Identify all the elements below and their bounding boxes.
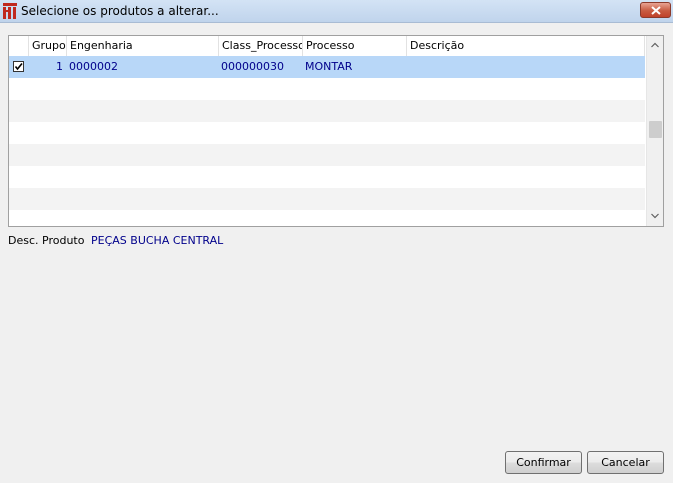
scroll-up-icon[interactable] <box>651 42 659 48</box>
column-header-select[interactable] <box>9 36 29 56</box>
cell-engenharia: 0000002 <box>69 60 118 73</box>
column-header-class-processo[interactable]: Class_Processo <box>219 36 303 56</box>
scroll-down-icon[interactable] <box>651 213 659 219</box>
empty-row <box>9 166 645 188</box>
products-grid[interactable]: Grupo Engenharia Class_Processo Processo… <box>8 35 664 227</box>
empty-row <box>9 100 645 122</box>
confirm-button[interactable]: Confirmar <box>505 451 582 474</box>
table-row[interactable]: 1 0000002 000000030 MONTAR <box>9 56 645 78</box>
cancel-button[interactable]: Cancelar <box>587 451 664 474</box>
window-title: Selecione os produtos a alterar... <box>21 4 219 18</box>
column-header-grupo[interactable]: Grupo <box>29 36 67 56</box>
desc-produto-value: PEÇAS BUCHA CENTRAL <box>91 234 224 247</box>
scrollbar-thumb[interactable] <box>649 121 662 138</box>
row-checkbox[interactable] <box>13 61 24 72</box>
column-header-engenharia[interactable]: Engenharia <box>67 36 219 56</box>
cell-class-processo: 000000030 <box>221 60 284 73</box>
desc-produto-label: Desc. Produto <box>8 234 85 247</box>
close-button[interactable] <box>640 2 671 18</box>
column-header-processo[interactable]: Processo <box>303 36 407 56</box>
fiat-logo-icon <box>3 3 17 19</box>
cell-descricao <box>407 56 645 78</box>
close-icon <box>651 6 661 15</box>
empty-row <box>9 144 645 166</box>
vertical-scrollbar[interactable] <box>646 36 663 226</box>
empty-row <box>9 122 645 144</box>
grid-header: Grupo Engenharia Class_Processo Processo… <box>9 36 645 56</box>
empty-row <box>9 78 645 100</box>
empty-row <box>9 188 645 210</box>
checkmark-icon <box>14 62 23 71</box>
empty-row <box>9 210 645 226</box>
column-header-descricao[interactable]: Descrição <box>407 36 645 56</box>
cell-processo: MONTAR <box>305 60 353 73</box>
title-bar: Selecione os produtos a alterar... <box>0 0 673 23</box>
cell-grupo: 1 <box>56 60 63 73</box>
